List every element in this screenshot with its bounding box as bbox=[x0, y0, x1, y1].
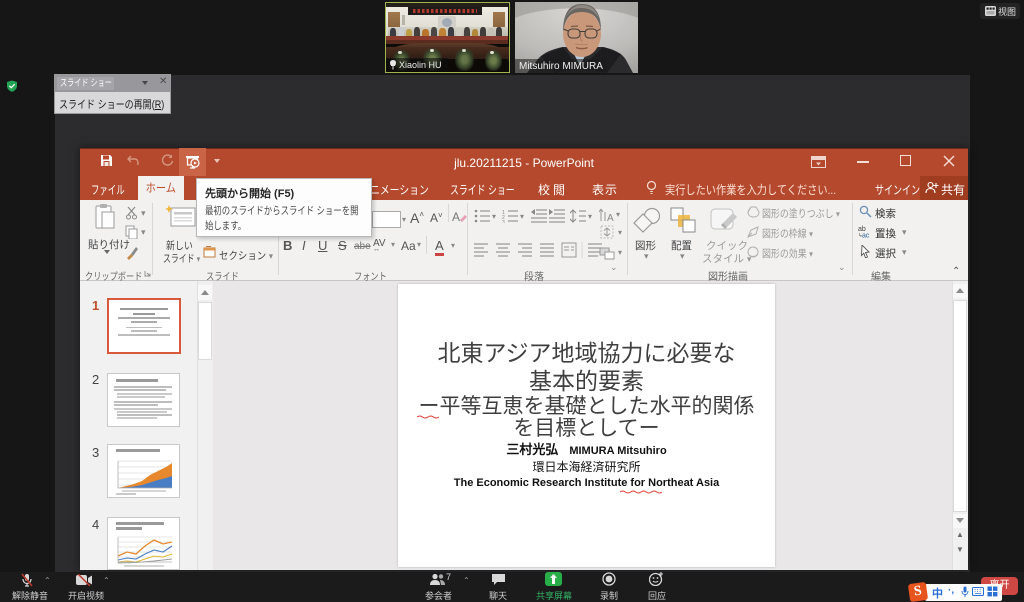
svg-text:3: 3 bbox=[502, 220, 505, 223]
svg-text:A: A bbox=[452, 210, 460, 224]
svg-text:A: A bbox=[607, 213, 614, 223]
svg-text:ac: ac bbox=[862, 233, 870, 239]
